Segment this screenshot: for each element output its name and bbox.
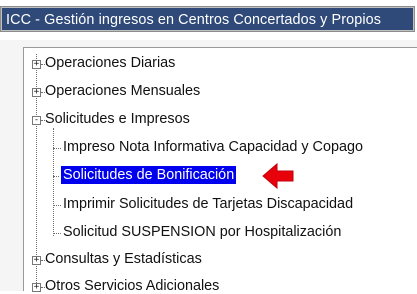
expand-toggle-operaciones-diarias[interactable]: + (32, 60, 41, 69)
window-title: ICC - Gestión ingresos en Centros Concer… (6, 12, 382, 28)
tree-branch-line (53, 176, 61, 177)
tree-item-impreso-nota-informativa[interactable]: Impreso Nota Informativa Capacidad y Cop… (63, 139, 363, 155)
tree-item-operaciones-mensuales[interactable]: Operaciones Mensuales (45, 83, 200, 99)
tree-item-otros-servicios[interactable]: Otros Servicios Adicionales (45, 278, 219, 294)
window-title-bar: ICC - Gestión ingresos en Centros Concer… (0, 6, 415, 32)
tree-branch-line (53, 233, 61, 234)
expand-toggle-operaciones-mensuales[interactable]: + (32, 88, 41, 97)
tree-item-solicitud-suspension[interactable]: Solicitud SUSPENSION por Hospitalización (63, 224, 341, 240)
tree-item-solicitudes-impresos[interactable]: Solicitudes e Impresos (45, 111, 190, 127)
expand-toggle-consultas-estadisticas[interactable]: + (32, 256, 41, 265)
tree-item-operaciones-diarias[interactable]: Operaciones Diarias (45, 55, 175, 71)
tree-item-imprimir-solicitudes-tarjetas[interactable]: Imprimir Solicitudes de Tarjetas Discapa… (63, 196, 353, 212)
tree-branch-line (53, 148, 61, 149)
tree-branch-line (53, 205, 61, 206)
tree-item-consultas-estadisticas[interactable]: Consultas y Estadísticas (45, 251, 202, 267)
tree-item-solicitudes-bonificacion[interactable]: Solicitudes de Bonificación (59, 165, 238, 185)
tree-child-connector (53, 128, 54, 236)
collapse-toggle-solicitudes-impresos[interactable]: - (32, 116, 41, 125)
red-arrow-left-icon (262, 162, 294, 190)
